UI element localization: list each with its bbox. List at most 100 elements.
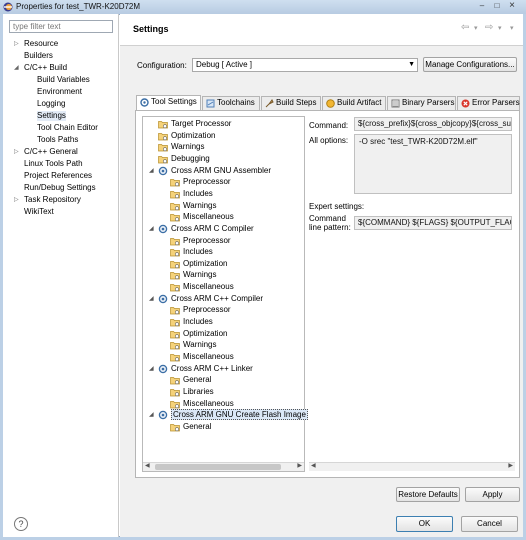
back-arrow-icon[interactable]: ⇦	[461, 22, 469, 33]
close-button[interactable]: ×	[506, 1, 518, 11]
nav-item-builders[interactable]: Builders	[24, 51, 53, 61]
nav-item-c-c-build[interactable]: C/C++ Build	[24, 63, 67, 73]
nav-item-tools-paths[interactable]: Tools Paths	[37, 135, 78, 145]
toolchain-icon	[206, 99, 215, 108]
scroll-left-icon[interactable]: ◀	[145, 462, 150, 469]
tree-option-node[interactable]: Preprocessor	[170, 305, 231, 315]
tab-toolchains[interactable]: Toolchains	[202, 96, 260, 110]
nav-item-environment[interactable]: Environment	[37, 87, 82, 97]
chevron-down-icon[interactable]: ▾	[474, 24, 478, 32]
help-icon[interactable]: ?	[14, 517, 28, 531]
nav-item-resource[interactable]: Resource	[24, 39, 58, 49]
tree-tool-node[interactable]: ◢ Cross ARM C Compiler	[149, 224, 254, 234]
tree-option-node[interactable]: Warnings	[170, 270, 217, 280]
configuration-label: Configuration:	[137, 61, 187, 70]
minimize-button[interactable]: –	[476, 1, 488, 11]
tree-option-node[interactable]: Optimization	[158, 131, 215, 141]
folder-gear-icon	[170, 330, 180, 339]
scroll-thumb[interactable]	[155, 464, 281, 470]
tree-option-node[interactable]: Includes	[170, 247, 213, 257]
configuration-value: Debug [ Active ]	[196, 60, 253, 69]
nav-item-c-c-general[interactable]: C/C++ General	[24, 147, 78, 157]
collapse-icon[interactable]: ◢	[149, 166, 154, 176]
tree-tool-node[interactable]: ◢ Cross ARM C++ Compiler	[149, 293, 264, 304]
tree-tool-node[interactable]: ◢ Cross ARM GNU Create Flash Image	[149, 409, 308, 421]
tree-option-node[interactable]: Debugging	[158, 153, 210, 164]
folder-gear-icon	[170, 260, 180, 269]
tree-option-node[interactable]: Preprocessor	[170, 236, 231, 246]
tree-node-label: Miscellaneous	[183, 282, 234, 292]
collapse-icon[interactable]: ◢	[14, 63, 20, 73]
tree-option-node[interactable]: Warnings	[170, 201, 217, 211]
tab-label: Build Artifact	[337, 98, 382, 107]
tree-option-node[interactable]: Target Processor	[158, 119, 231, 129]
tree-node-label: Miscellaneous	[183, 352, 234, 361]
folder-gear-icon	[158, 156, 168, 164]
maximize-button[interactable]: □	[491, 1, 503, 11]
tree-option-node[interactable]: Libraries	[170, 386, 214, 397]
tree-tool-node[interactable]: ◢ Cross ARM GNU Assembler	[149, 166, 271, 176]
all-options-field[interactable]: -O srec "test_TWR-K20D72M.elf"	[354, 134, 512, 194]
tree-option-node[interactable]: Miscellaneous	[170, 282, 234, 292]
nav-item-linux-tools-path[interactable]: Linux Tools Path	[24, 159, 83, 169]
nav-item-run-debug-settings[interactable]: Run/Debug Settings	[24, 183, 96, 193]
tree-hscrollbar[interactable]: ◀ ▶	[143, 462, 304, 471]
tree-option-node[interactable]: Warnings	[158, 142, 205, 152]
tree-option-node[interactable]: Miscellaneous	[170, 399, 234, 409]
tree-option-node[interactable]: Includes	[170, 317, 213, 327]
tree-option-node[interactable]: General	[170, 422, 211, 432]
details-hscrollbar[interactable]: ◀ ▶	[309, 462, 515, 471]
ok-button[interactable]: OK	[396, 516, 453, 532]
apply-button[interactable]: Apply	[465, 487, 520, 502]
tab-build-artifact[interactable]: Build Artifact	[322, 96, 386, 110]
tree-node-label: Libraries	[183, 386, 214, 396]
chevron-down-icon[interactable]: ▾	[498, 24, 502, 32]
view-menu-icon[interactable]: ▾	[510, 24, 514, 32]
eclipse-icon	[3, 2, 13, 12]
nav-item-settings[interactable]: Settings	[37, 111, 66, 121]
collapse-icon[interactable]: ◢	[149, 294, 154, 304]
tab-build-steps[interactable]: Build Steps	[261, 96, 321, 110]
configuration-select[interactable]: Debug [ Active ] ▼	[192, 58, 418, 72]
expand-icon[interactable]: ▷	[14, 39, 20, 49]
expand-icon[interactable]: ▷	[14, 147, 20, 157]
restore-defaults-button[interactable]: Restore Defaults	[396, 487, 460, 502]
expand-icon[interactable]: ▷	[14, 195, 20, 205]
scroll-right-icon[interactable]: ▶	[297, 462, 302, 469]
collapse-icon[interactable]: ◢	[149, 364, 154, 374]
scroll-left-icon[interactable]: ◀	[311, 462, 316, 469]
tree-option-node[interactable]: Optimization	[170, 259, 227, 269]
tree-node-label: Cross ARM C++ Compiler	[171, 293, 264, 303]
nav-item-task-repository[interactable]: Task Repository	[24, 195, 81, 205]
tree-option-node[interactable]: General	[170, 375, 211, 385]
command-field[interactable]: ${cross_prefix}${cross_objcopy}${cross_s…	[354, 117, 512, 131]
tree-node-label: Debugging	[171, 153, 210, 163]
collapse-icon[interactable]: ◢	[149, 410, 154, 420]
nav-item-logging[interactable]: Logging	[37, 99, 65, 109]
collapse-icon[interactable]: ◢	[149, 224, 154, 234]
nav-item-tool-chain-editor[interactable]: Tool Chain Editor	[37, 123, 98, 133]
tool-icon	[158, 411, 168, 420]
tree-option-node[interactable]: Includes	[170, 189, 213, 199]
tab-tool-settings[interactable]: Tool Settings	[136, 95, 201, 111]
tree-tool-node[interactable]: ◢ Cross ARM C++ Linker	[149, 364, 253, 374]
tree-option-node[interactable]: Preprocessor	[170, 177, 231, 187]
nav-item-build-variables[interactable]: Build Variables	[37, 75, 90, 85]
tab-binary-parsers[interactable]: Binary Parsers	[387, 96, 456, 110]
tree-option-node[interactable]: Miscellaneous	[170, 352, 234, 362]
tree-option-node[interactable]: Miscellaneous	[170, 212, 234, 222]
window-title: Properties for test_TWR-K20D72M	[16, 2, 141, 11]
command-line-pattern-field[interactable]: ${COMMAND} ${FLAGS} ${OUTPUT_FLAG} ${OUT…	[354, 216, 512, 230]
manage-configurations-button[interactable]: Manage Configurations...	[423, 57, 517, 72]
tab-error-parsers[interactable]: Error Parsers	[457, 96, 520, 110]
nav-item-project-references[interactable]: Project References	[24, 171, 92, 181]
tree-node-label: Preprocessor	[183, 305, 231, 315]
scroll-right-icon[interactable]: ▶	[508, 462, 513, 469]
forward-arrow-icon[interactable]: ⇨	[485, 22, 493, 33]
folder-gear-icon	[170, 179, 180, 187]
tree-option-node[interactable]: Optimization	[170, 329, 227, 339]
tree-option-node[interactable]: Warnings	[170, 340, 217, 350]
filter-input[interactable]: type filter text	[9, 20, 113, 33]
nav-item-wikitext[interactable]: WikiText	[24, 207, 54, 217]
cancel-button[interactable]: Cancel	[461, 516, 518, 532]
